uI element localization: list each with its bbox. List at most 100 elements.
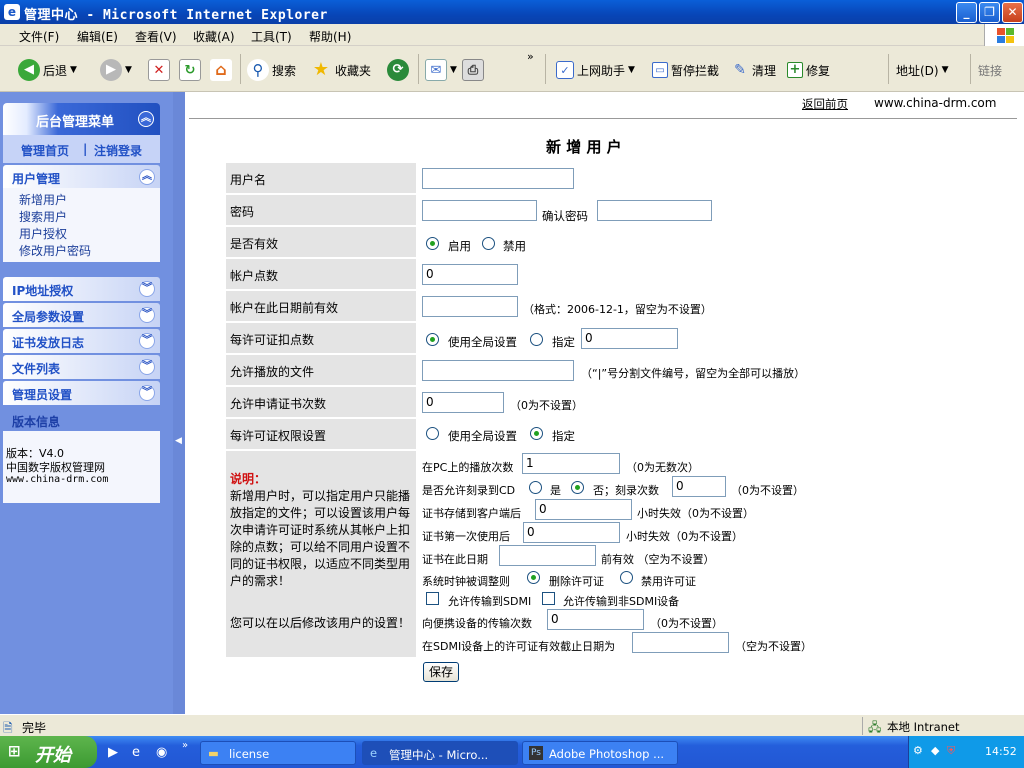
maximize-button[interactable]: ❐ <box>979 2 1000 23</box>
points-input[interactable]: 0 <box>422 264 518 285</box>
page-title: 新 增 用 户 <box>546 138 622 156</box>
chevron-down-icon[interactable]: ︾ <box>139 385 155 401</box>
search-button[interactable]: ⚲ 搜索 <box>247 58 296 82</box>
tray-shield-icon[interactable]: ⛨ <box>947 744 955 758</box>
print-button[interactable]: ⎙ <box>462 58 484 82</box>
clock-delete-radio[interactable] <box>527 571 540 584</box>
logout-link[interactable]: 注销登录 <box>94 142 142 159</box>
menu-item-user-authorization[interactable]: 用户授权 <box>19 225 67 242</box>
admin-home-link[interactable]: 管理首页 <box>21 142 69 159</box>
first-use-hours-input[interactable]: 0 <box>523 522 620 543</box>
windows-flag-icon <box>984 24 1024 46</box>
back-button[interactable]: ◀ 后退 ▼ <box>18 58 77 82</box>
enabled-on-radio[interactable] <box>426 237 439 250</box>
menu-favorites[interactable]: 收藏(A) <box>193 28 235 45</box>
collapse-icon[interactable]: ︽ <box>138 111 154 127</box>
deduct-global-radio[interactable] <box>426 333 439 346</box>
chevron-down-icon[interactable]: ︾ <box>139 307 155 323</box>
taskbar-item-license[interactable]: ▬ license <box>200 741 356 765</box>
username-input[interactable] <box>422 168 574 189</box>
repair-button[interactable]: + 修复 <box>787 58 830 82</box>
sidebar-section-certificate-log[interactable]: 证书发放日志 ︾ <box>3 329 160 353</box>
collapse-arrow-icon[interactable]: ◀ <box>175 436 182 446</box>
chevron-up-icon[interactable]: ︽ <box>139 169 155 185</box>
chevron-down-icon[interactable]: ︾ <box>139 333 155 349</box>
minimize-button[interactable]: _ <box>956 2 977 23</box>
taskbar-item-photoshop[interactable]: Ps Adobe Photoshop ... <box>522 741 678 765</box>
clock[interactable]: 14:52 <box>985 745 1017 758</box>
back-arrow-icon: ◀ <box>18 59 40 81</box>
menu-item-new-user[interactable]: 新增用户 <box>19 191 67 208</box>
sidebar-section-admin-settings[interactable]: 管理员设置 ︾ <box>3 381 160 405</box>
burn-yes-radio[interactable] <box>529 481 542 494</box>
deduct-value-input[interactable]: 0 <box>581 328 678 349</box>
confirm-password-input[interactable] <box>597 200 712 221</box>
non-sdmi-checkbox[interactable] <box>542 592 555 605</box>
sidebar-section-global-settings[interactable]: 全局参数设置 ︾ <box>3 303 160 327</box>
close-button[interactable]: ✕ <box>1002 2 1023 23</box>
sdmi-checkbox[interactable] <box>426 592 439 605</box>
sidebar-header: 后台管理菜单 ︽ <box>3 103 160 135</box>
popup-block-button[interactable]: ▭ 暂停拦截 <box>652 58 719 82</box>
expire-date-input[interactable] <box>422 296 518 317</box>
helper-button[interactable]: ✓ 上网助手 ▼ <box>556 58 635 82</box>
quicklaunch-media-icon[interactable]: ▶ <box>108 745 118 760</box>
permission-specify-radio[interactable] <box>530 427 543 440</box>
menu-item-search-user[interactable]: 搜索用户 <box>19 208 67 225</box>
address-bar-toggle[interactable]: 地址(D) ▼ <box>896 58 949 82</box>
clock-disable-radio[interactable] <box>620 571 633 584</box>
back-link[interactable]: 返回前页 <box>802 96 848 112</box>
chevron-down-icon[interactable]: ︾ <box>139 281 155 297</box>
burn-count-input[interactable]: 0 <box>672 476 726 497</box>
version-info-title: 版本信息 <box>12 415 61 429</box>
tray-icon[interactable]: ⚙ <box>913 744 923 757</box>
quicklaunch-ie-icon[interactable]: e <box>132 745 140 760</box>
deduct-specify-radio[interactable] <box>530 333 543 346</box>
apply-count-input[interactable]: 0 <box>422 392 504 413</box>
enabled-off-radio[interactable] <box>482 237 495 250</box>
links-button[interactable]: 链接 <box>978 58 1002 82</box>
menu-help[interactable]: 帮助(H) <box>309 28 351 45</box>
sdmi-expire-input[interactable] <box>632 632 729 653</box>
note-title: 说明： <box>230 472 267 486</box>
sidebar-section-ip-authorization[interactable]: IP地址授权 ︾ <box>3 277 160 301</box>
home-button[interactable]: ⌂ <box>210 58 232 82</box>
menu-tools[interactable]: 工具(T) <box>251 28 292 45</box>
taskbar-item-admin-center[interactable]: e 管理中心 - Micro... <box>362 741 518 765</box>
plus-icon: + <box>787 62 803 78</box>
burn-no-radio[interactable] <box>571 481 584 494</box>
forward-button[interactable]: ▶ ▼ <box>100 58 132 82</box>
portable-count-input[interactable]: 0 <box>547 609 644 630</box>
sidebar-splitter[interactable]: ◀ <box>173 92 185 714</box>
menu-file[interactable]: 文件(F) <box>19 28 59 45</box>
before-date-input[interactable] <box>499 545 596 566</box>
password-input[interactable] <box>422 200 537 221</box>
pc-plays-input[interactable]: 1 <box>522 453 620 474</box>
save-button[interactable]: 保存 <box>423 662 459 682</box>
sidebar-links: 管理首页 | 注销登录 <box>3 135 160 163</box>
quicklaunch-desktop-icon[interactable]: ◉ <box>156 745 167 760</box>
store-hours-input[interactable]: 0 <box>535 499 632 520</box>
menu-item-change-password[interactable]: 修改用户密码 <box>19 242 91 259</box>
favorites-button[interactable]: ★ 收藏夹 <box>310 58 371 82</box>
menu-view[interactable]: 查看(V) <box>135 28 177 45</box>
label-points: 帐户点数 <box>226 259 416 289</box>
note-body: 新增用户时，可以指定用户只能播放指定的文件；可以设置该用户每次申请许可证时系统从… <box>230 489 411 588</box>
chevron-down-icon[interactable]: ︾ <box>139 359 155 375</box>
stop-button[interactable]: ✕ <box>148 58 170 82</box>
label-deduct: 每许可证扣点数 <box>226 323 416 353</box>
allowed-files-input[interactable] <box>422 360 574 381</box>
history-button[interactable]: ⟳ <box>387 58 409 82</box>
sidebar-section-file-list[interactable]: 文件列表 ︾ <box>3 355 160 379</box>
clean-button[interactable]: ✎ 清理 <box>731 58 776 82</box>
permission-global-radio[interactable] <box>426 427 439 440</box>
menu-edit[interactable]: 编辑(E) <box>77 28 118 45</box>
ie-icon: e <box>4 4 20 20</box>
sidebar-section-user-management[interactable]: 用户管理 ︽ <box>3 165 160 189</box>
refresh-button[interactable]: ↻ <box>179 58 201 82</box>
history-icon: ⟳ <box>387 59 409 81</box>
start-button[interactable]: ⊞ 开始 <box>0 736 97 768</box>
mail-button[interactable]: ✉ ▼ <box>425 58 457 82</box>
tray-icon[interactable]: ◆ <box>931 744 939 757</box>
menu-bar: 文件(F) 编辑(E) 查看(V) 收藏(A) 工具(T) 帮助(H) <box>0 24 1024 46</box>
